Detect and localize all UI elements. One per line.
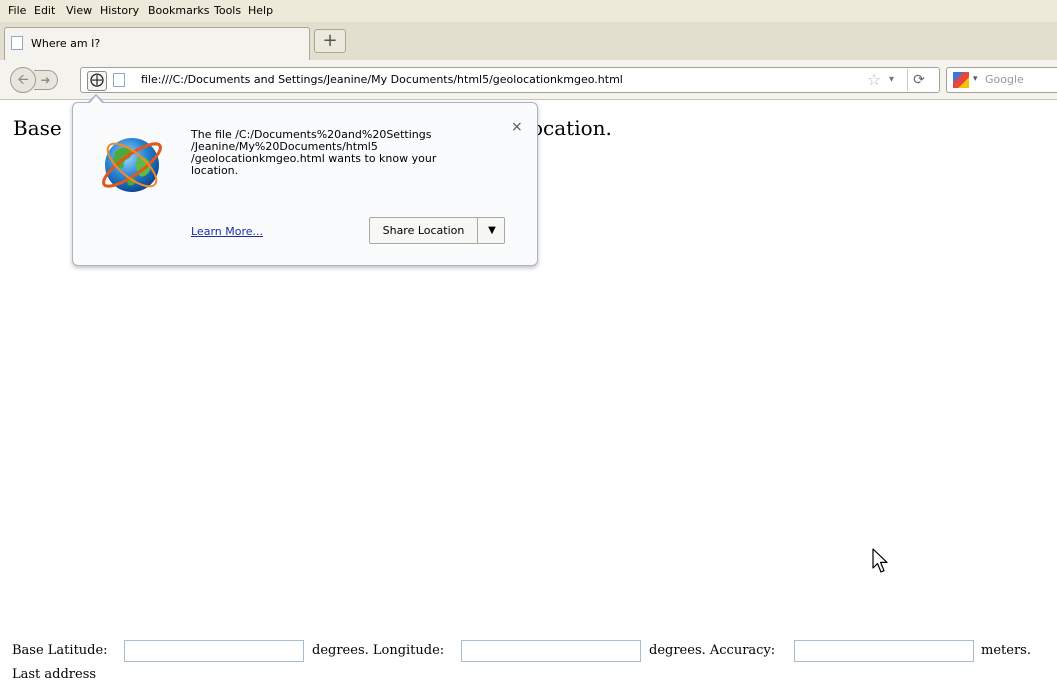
menu-tools[interactable]: Tools (214, 4, 241, 17)
mouse-pointer-icon (872, 548, 888, 573)
menu-history[interactable]: History (100, 4, 139, 17)
share-location-split-button: Share Location ▼ (369, 217, 505, 244)
forward-button[interactable]: ➜ (34, 70, 58, 90)
permission-message: The file /C:/Documents%20and%20Settings … (191, 129, 481, 177)
url-bar[interactable]: ⨁ file:///C:/Documents and Settings/Jean… (80, 67, 940, 93)
history-dropdown-icon[interactable]: ▾ (889, 74, 894, 85)
forward-arrow-icon: ➜ (40, 73, 51, 87)
latitude-input[interactable] (124, 640, 304, 662)
tab-strip: Where am I? + (0, 22, 1057, 60)
learn-more-link[interactable]: Learn More... (191, 225, 263, 238)
close-icon[interactable]: × (511, 119, 523, 135)
menu-file[interactable]: File (8, 4, 26, 17)
back-forward-group: ➜ 🡨 (10, 67, 74, 93)
globe-icon (102, 138, 162, 192)
page-heading: Base ocation. (13, 116, 612, 140)
reload-icon[interactable]: ⟳ (907, 69, 930, 91)
longitude-input[interactable] (461, 640, 641, 662)
tab-title: Where am I? (31, 37, 101, 50)
google-engine-icon[interactable] (953, 72, 969, 88)
longitude-label: degrees. Longitude: (312, 643, 445, 658)
url-text[interactable]: file:///C:/Documents and Settings/Jeanin… (141, 73, 623, 86)
menu-bookmarks[interactable]: Bookmarks (148, 4, 209, 17)
share-location-button[interactable]: Share Location (370, 218, 478, 243)
site-page-icon (113, 73, 125, 87)
meters-label: meters. (981, 643, 1031, 658)
search-bar[interactable]: ▾ Google (946, 67, 1057, 93)
page-heading-right: ocation. (531, 116, 612, 140)
back-arrow-icon: 🡨 (17, 72, 29, 88)
latitude-label: Base Latitude: (12, 643, 108, 658)
star-icon[interactable]: ☆ (867, 70, 881, 89)
last-address-label: Last address (12, 667, 97, 682)
share-options-dropdown-icon[interactable]: ▼ (480, 218, 504, 243)
tab-where-am-i[interactable]: Where am I? (4, 27, 310, 60)
page-icon (11, 36, 23, 50)
menu-help[interactable]: Help (248, 4, 273, 17)
search-engine-name: Google (985, 73, 1024, 86)
accuracy-label: degrees. Accuracy: (649, 643, 776, 658)
menu-edit[interactable]: Edit (34, 4, 55, 17)
geolocation-notification-icon[interactable]: ⨁ (87, 71, 107, 91)
menu-view[interactable]: View (66, 4, 92, 17)
navigation-toolbar: ➜ 🡨 ⨁ file:///C:/Documents and Settings/… (0, 60, 1057, 100)
geolocation-permission-popup: The file /C:/Documents%20and%20Settings … (72, 94, 538, 266)
message-line: location. (191, 164, 239, 177)
accuracy-input[interactable] (794, 640, 974, 662)
location-form: Base Latitude: degrees. Longitude: degre… (12, 640, 1052, 662)
new-tab-button[interactable]: + (314, 29, 346, 53)
menu-bar: File Edit View History Bookmarks Tools H… (0, 0, 1057, 22)
back-button[interactable]: 🡨 (10, 67, 36, 93)
page-heading-left: Base (13, 116, 62, 140)
engine-dropdown-icon[interactable]: ▾ (973, 74, 978, 84)
